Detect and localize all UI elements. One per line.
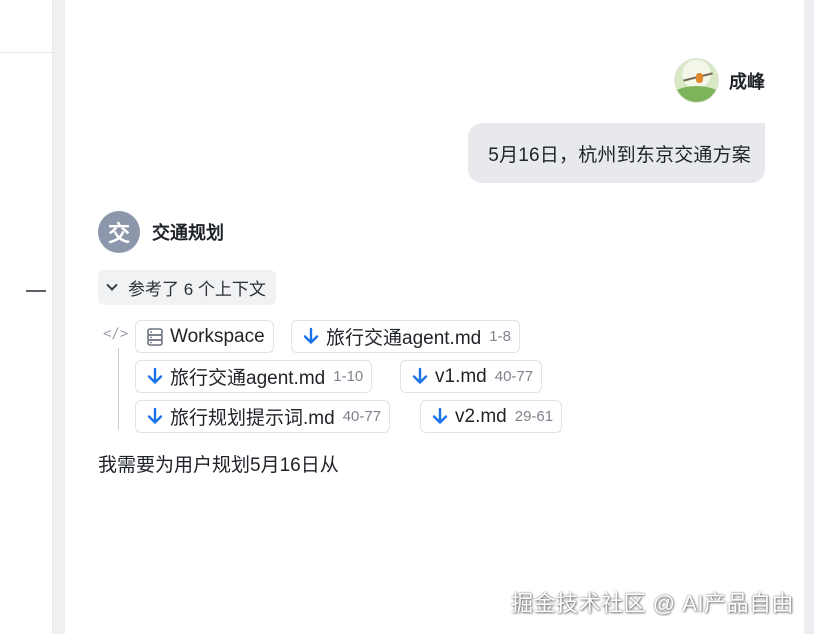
avatar-hill bbox=[675, 86, 718, 102]
avatar-person bbox=[696, 73, 703, 83]
user-name: 成峰 bbox=[729, 71, 765, 92]
user-message-bubble: 5月16日，杭州到东京交通方案 bbox=[468, 123, 765, 183]
file-name: v2.md bbox=[455, 405, 507, 427]
context-file-chip[interactable]: Workspace bbox=[135, 320, 274, 353]
context-file-chip[interactable]: v1.md 40-77 bbox=[400, 360, 543, 393]
context-file-chip[interactable]: 旅行交通agent.md 1-8 bbox=[291, 320, 520, 353]
user-avatar bbox=[674, 58, 719, 103]
user-message-header: 成峰 bbox=[674, 58, 765, 103]
download-icon bbox=[147, 367, 163, 384]
collapse-handle[interactable] bbox=[26, 290, 46, 292]
panel-gutter[interactable] bbox=[53, 0, 65, 634]
download-icon bbox=[432, 407, 448, 424]
file-name: Workspace bbox=[170, 325, 265, 347]
watermark: 掘金技术社区 @ AI产品自由 bbox=[511, 591, 794, 616]
line-range: 40-77 bbox=[342, 408, 382, 425]
file-name: 旅行交通agent.md bbox=[326, 328, 482, 349]
context-toggle-label: 参考了 6 个上下文 bbox=[128, 280, 266, 299]
download-icon bbox=[303, 327, 319, 344]
chat-panel: 成峰 5月16日，杭州到东京交通方案 交 交通规划 参考了 6 个上下文 </>… bbox=[65, 0, 804, 634]
divider bbox=[0, 52, 53, 53]
code-icon: </> bbox=[103, 326, 129, 342]
file-name: 旅行交通agent.md bbox=[170, 368, 326, 389]
database-icon bbox=[147, 327, 163, 346]
line-range: 1-10 bbox=[333, 368, 364, 385]
agent-avatar: 交 bbox=[98, 211, 140, 253]
context-file-chip[interactable]: 旅行规划提示词.md 40-77 bbox=[135, 400, 391, 433]
download-icon bbox=[147, 407, 163, 424]
line-range: 29-61 bbox=[514, 408, 554, 425]
chevron-down-icon bbox=[106, 279, 118, 291]
line-range: 1-8 bbox=[489, 328, 511, 345]
file-name: v1.md bbox=[435, 365, 487, 387]
line-range: 40-77 bbox=[494, 368, 534, 385]
context-toggle-button[interactable]: 参考了 6 个上下文 bbox=[98, 270, 276, 305]
agent-name: 交通规划 bbox=[152, 223, 224, 243]
agent-message-header: 交 交通规划 bbox=[98, 211, 224, 253]
tree-line bbox=[118, 348, 119, 430]
left-panel bbox=[0, 0, 53, 634]
file-name: 旅行规划提示词.md bbox=[170, 408, 335, 429]
download-icon bbox=[412, 367, 428, 384]
context-file-chip[interactable]: v2.md 29-61 bbox=[420, 400, 563, 433]
agent-answer-text: 我需要为用户规划5月16日从 bbox=[98, 455, 339, 476]
right-scroll-edge bbox=[804, 0, 814, 634]
context-file-chip[interactable]: 旅行交通agent.md 1-10 bbox=[135, 360, 373, 393]
